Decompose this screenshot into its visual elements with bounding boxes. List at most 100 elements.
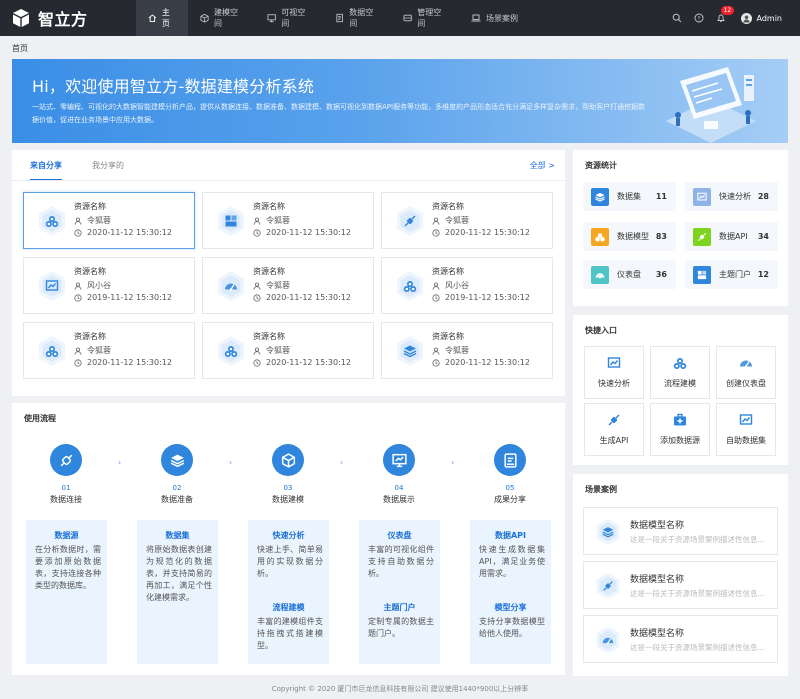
nav-scene-cases[interactable]: 场景案例 xyxy=(459,0,539,36)
flow-detail-heading[interactable]: 流程建模 xyxy=(248,602,329,613)
quick-entry-label: 流程建模 xyxy=(664,379,696,388)
flow-arrow-icon: › xyxy=(229,458,233,467)
model-icon xyxy=(39,206,65,236)
flow-detail-heading[interactable]: 数据源 xyxy=(26,530,107,541)
resource-card[interactable]: 资源名称 令狐蓉 2020-11-12 15:30:12 xyxy=(202,192,374,249)
resource-card[interactable]: 资源名称 令狐蓉 2020-11-12 15:30:12 xyxy=(202,322,374,379)
connect-icon xyxy=(608,414,620,426)
share-icon xyxy=(503,452,517,468)
search-icon xyxy=(672,13,682,23)
nav-home[interactable]: 主页 xyxy=(136,0,188,36)
resource-card[interactable]: 资源名称 令狐蓉 2020-11-12 15:30:12 xyxy=(202,257,374,314)
model-icon xyxy=(397,271,423,301)
flow-detail-heading[interactable]: 数据API xyxy=(470,530,551,541)
flow-step: 03 数据建模 xyxy=(244,444,332,505)
banner-title: Hi，欢迎使用智立方-数据建模分析系统 xyxy=(32,77,315,96)
user-avatar[interactable] xyxy=(740,12,752,24)
quick-entry-button[interactable]: 流程建模 xyxy=(650,346,710,399)
flow-detail-card: 数据源 在分析数据时，需要添加原始数据表，支持连接各种类型的数据库。 xyxy=(26,520,107,664)
quick-entry-button[interactable]: 生成API xyxy=(584,403,644,456)
flow-detail-heading[interactable]: 主题门户 xyxy=(359,602,440,613)
plug-icon xyxy=(60,454,72,466)
tab-from-share[interactable]: 来自分享 xyxy=(30,160,62,181)
resource-card[interactable]: 资源名称 令狐蓉 2020-11-12 15:30:12 xyxy=(381,192,553,249)
tab-divider xyxy=(12,180,565,181)
help-button[interactable] xyxy=(694,13,705,24)
footer-copyright: Copyright © 2020 厦门市巨龙信息科技有限公司 建议使用1440*… xyxy=(271,685,529,693)
scene-case-card[interactable]: 数据模型名称 这是一段关于资源场景案例描述性信息... xyxy=(583,507,778,555)
layers-icon xyxy=(397,336,423,366)
resource-owner: 令狐蓉 xyxy=(74,215,111,226)
resource-card[interactable]: 资源名称 令狐蓉 2020-11-12 15:30:12 xyxy=(23,322,195,379)
stat-value: 34 xyxy=(757,232,769,241)
server-icon xyxy=(403,14,412,22)
scene-case-name: 数据模型名称 xyxy=(630,629,685,639)
gauge-icon xyxy=(595,272,605,279)
stat-icon-box xyxy=(693,227,711,246)
nav-management-space[interactable]: 管理空间 xyxy=(391,0,459,36)
stat-label: 快速分析 xyxy=(719,192,751,201)
search-button[interactable] xyxy=(672,13,683,24)
nav-data-space[interactable]: 数据空间 xyxy=(323,0,391,36)
view-all-link[interactable]: 全部 > xyxy=(530,160,555,171)
resource-time: 2020-11-12 15:30:12 xyxy=(432,228,530,237)
quick-entry-button[interactable]: 创建仪表盘 xyxy=(716,346,776,399)
clock-icon xyxy=(74,228,82,237)
app-logo[interactable]: 智立方 xyxy=(0,6,136,30)
clock-icon xyxy=(74,358,82,367)
stat-item[interactable]: 仪表盘 36 xyxy=(583,260,676,289)
flow-detail-heading[interactable]: 数据集 xyxy=(137,530,218,541)
flow-step: 02 数据准备 xyxy=(133,444,221,505)
quick-entry-button[interactable]: 添加数据源 xyxy=(650,403,710,456)
monitor-icon xyxy=(391,453,407,467)
gauge-icon xyxy=(218,271,244,301)
user-icon xyxy=(253,347,261,355)
flow-step-name: 数据建模 xyxy=(272,495,304,504)
notification-button[interactable]: 12 xyxy=(716,5,735,24)
model-icon xyxy=(218,336,244,366)
stat-item[interactable]: 主题门户 12 xyxy=(685,260,778,289)
resource-owner: 令狐蓉 xyxy=(74,345,111,356)
resource-name: 资源名称 xyxy=(253,202,285,211)
scene-case-card[interactable]: 数据模型名称 这是一段关于资源场景案例描述性信息... xyxy=(583,615,778,663)
clock-icon xyxy=(74,293,82,302)
home-icon xyxy=(148,14,157,22)
stat-item[interactable]: 数据模型 83 xyxy=(583,222,676,251)
user-name[interactable]: Admin xyxy=(757,14,783,23)
resource-card[interactable]: 资源名称 令狐蓉 2020-11-12 15:30:12 xyxy=(381,322,553,379)
layers-icon xyxy=(595,192,605,202)
info-icon xyxy=(694,13,704,23)
user-icon xyxy=(74,282,82,290)
flow-step-badge xyxy=(383,444,415,476)
resource-time: 2020-11-12 15:30:12 xyxy=(74,358,172,367)
stat-item[interactable]: 快速分析 28 xyxy=(685,182,778,211)
user-icon xyxy=(432,347,440,355)
scene-case-card[interactable]: 数据模型名称 这是一段关于资源场景案例描述性信息... xyxy=(583,561,778,609)
flow-detail-heading[interactable]: 快速分析 xyxy=(248,530,329,541)
nav-visual-space[interactable]: 可视空间 xyxy=(255,0,323,36)
stat-item[interactable]: 数据API 34 xyxy=(685,222,778,251)
resource-time: 2020-11-12 15:30:12 xyxy=(253,293,351,302)
flow-step-number: 01 xyxy=(61,484,71,492)
quick-entry-button[interactable]: 快速分析 xyxy=(584,346,644,399)
flow-detail-heading[interactable]: 模型分享 xyxy=(470,602,551,613)
resource-owner: 风小谷 xyxy=(432,280,469,291)
stat-icon-box xyxy=(591,187,609,206)
resource-card[interactable]: 资源名称 风小谷 2019-11-12 15:30:12 xyxy=(381,257,553,314)
flow-step-badge xyxy=(161,444,193,476)
resource-owner: 令狐蓉 xyxy=(253,345,290,356)
stat-icon-box xyxy=(591,227,609,246)
breadcrumb[interactable]: 首页 xyxy=(12,43,28,54)
app-name: 智立方 xyxy=(38,10,88,29)
flow-detail-heading[interactable]: 仪表盘 xyxy=(359,530,440,541)
stat-item[interactable]: 数据集 11 xyxy=(583,182,676,211)
resource-name: 资源名称 xyxy=(74,202,106,211)
tab-my-share[interactable]: 我分享的 xyxy=(92,160,124,181)
user-icon xyxy=(253,282,261,290)
quick-entry-label: 添加数据源 xyxy=(660,436,700,445)
resource-card[interactable]: 资源名称 令狐蓉 2020-11-12 15:30:12 xyxy=(23,192,195,249)
quick-entry-button[interactable]: 自助数据集 xyxy=(716,403,776,456)
resource-card[interactable]: 资源名称 风小谷 2019-11-12 15:30:12 xyxy=(23,257,195,314)
clock-icon xyxy=(432,293,440,302)
nav-modeling-space[interactable]: 建模空间 xyxy=(188,0,255,36)
